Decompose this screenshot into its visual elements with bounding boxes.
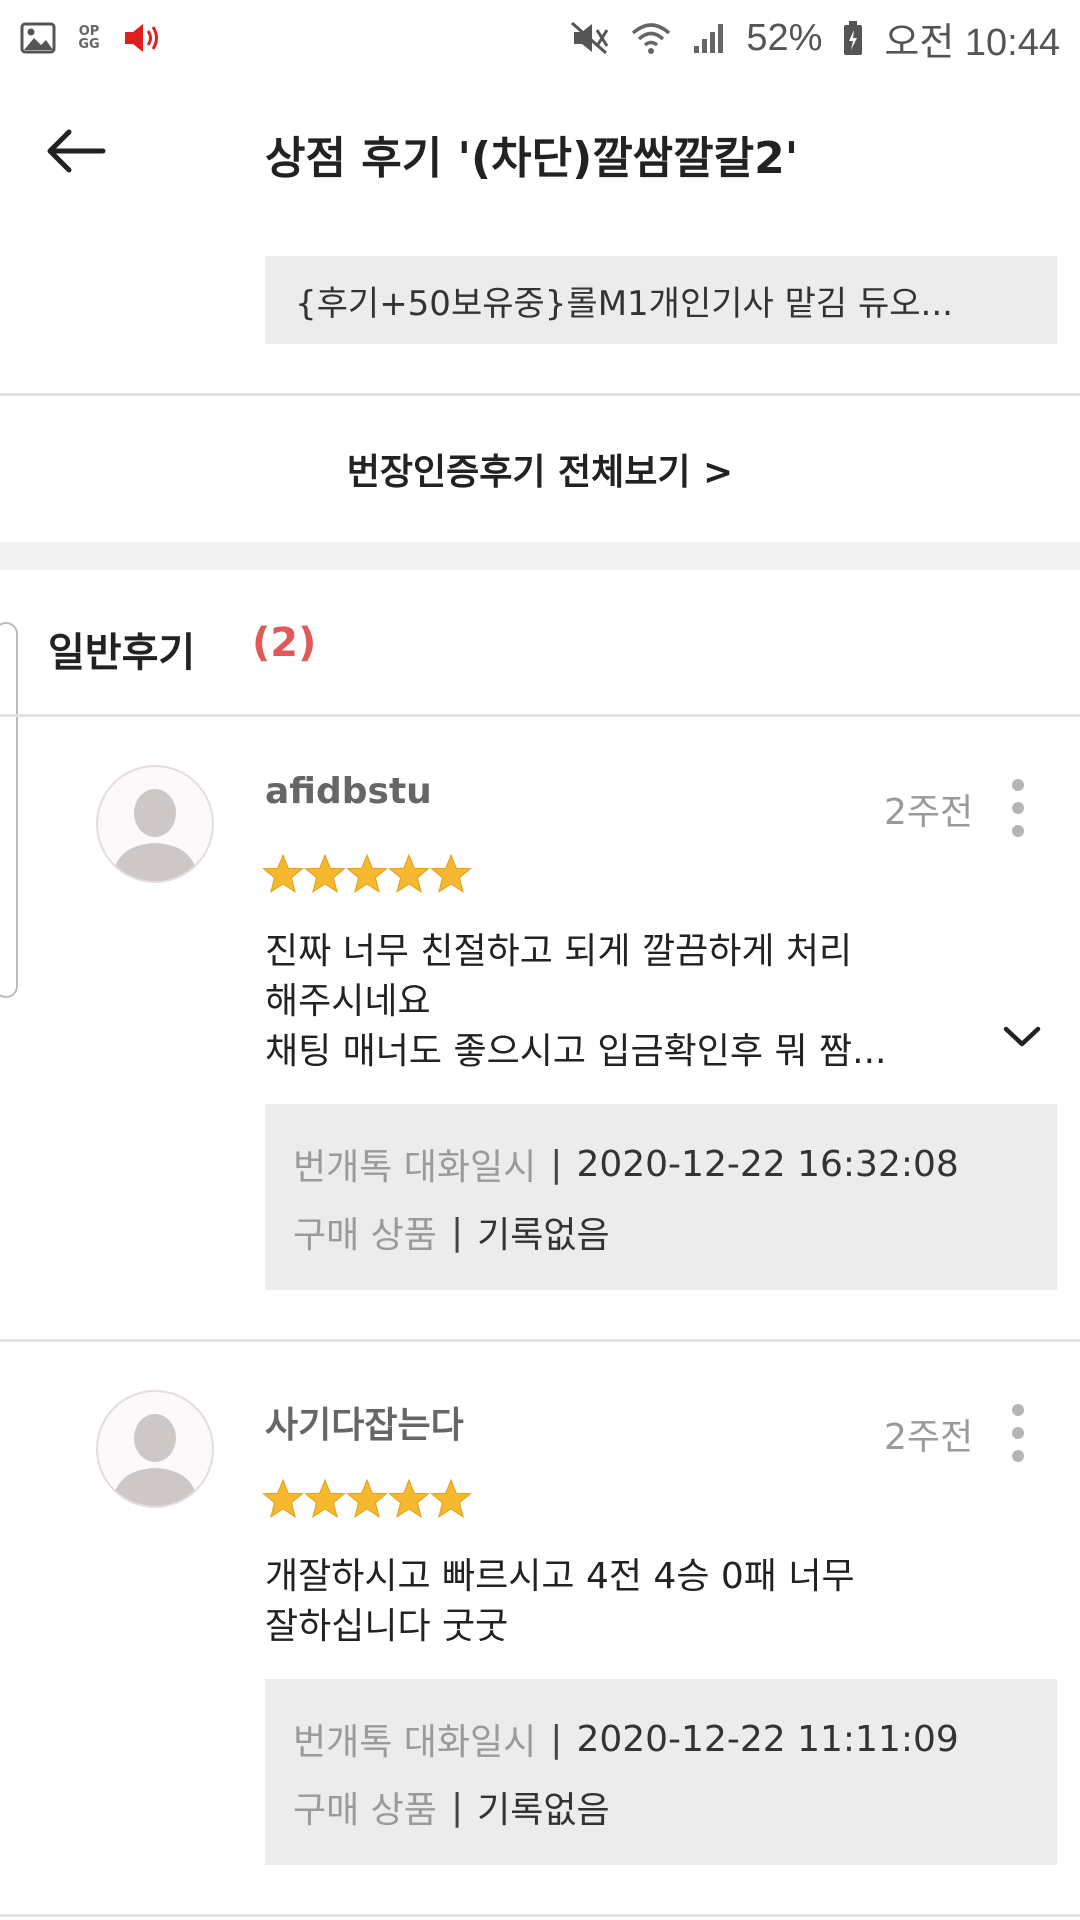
avatar[interactable]: [96, 1390, 214, 1508]
chat-date-row: 번개톡 대화일시 | 2020-12-22 16:32:08: [293, 1130, 1029, 1198]
more-dot-icon: [1012, 1427, 1024, 1439]
purchase-product-label: 구매 상품: [293, 1215, 437, 1256]
arrow-left-icon: [47, 129, 106, 173]
review-username[interactable]: 사기다잡는다: [265, 1396, 464, 1448]
more-options-button[interactable]: [996, 1398, 1040, 1468]
signal-icon: [694, 24, 724, 53]
product-chip[interactable]: {후기+50보유중}롤M1개인기사 맡김 듀오...: [265, 256, 1057, 344]
review-text-line: 채팅 매너도 좋으시고 입금확인후 뭐 짬...: [265, 1031, 887, 1072]
more-dot-icon: [1012, 1450, 1024, 1462]
review-username[interactable]: afidbstu: [265, 771, 432, 812]
review-meta-box: 번개톡 대화일시 | 2020-12-22 11:11:09 구매 상품 | 기…: [265, 1679, 1057, 1865]
star-rating: [262, 1478, 472, 1520]
review-text-line: 잘하십니다 굿굿: [265, 1606, 509, 1647]
volume-icon: [125, 24, 158, 52]
meta-separator: |: [550, 1143, 563, 1185]
user-avatar-icon: [112, 1414, 198, 1506]
purchase-product-row: 구매 상품 | 기록없음: [293, 1773, 1029, 1841]
purchase-product-row: 구매 상품 | 기록없음: [293, 1198, 1029, 1266]
review-text-line: 개잘하시고 빠르시고 4전 4승 0패 너무: [265, 1556, 855, 1597]
purchase-product-label: 구매 상품: [293, 1790, 437, 1831]
back-button[interactable]: [30, 116, 120, 186]
more-dot-icon: [1012, 1404, 1024, 1416]
star-icon: [262, 1478, 304, 1519]
opgg-icon: OP GG: [76, 25, 102, 51]
more-options-button[interactable]: [996, 773, 1040, 843]
star-rating: [262, 853, 472, 895]
chat-date-value: 2020-12-22 11:11:09: [576, 1718, 959, 1760]
chat-date-label: 번개톡 대화일시: [293, 1722, 537, 1763]
clock: 오전 10:44: [884, 21, 1060, 64]
wifi-icon: [632, 23, 671, 54]
review-meta-box: 번개톡 대화일시 | 2020-12-22 16:32:08 구매 상품 | 기…: [265, 1104, 1057, 1290]
general-reviews-count: (2): [252, 620, 317, 666]
review-item: 사기다잡는다 2주전 개잘하시고 빠르시고 4전 4승 0패 너무 잘하십니다 …: [0, 1342, 1080, 1920]
review-text: 진짜 너무 친절하고 되게 깔끔하게 처리 해주시네요 채팅 매너도 좋으시고 …: [265, 927, 965, 1077]
review-text-line: 진짜 너무 친절하고 되게 깔끔하게 처리: [265, 931, 853, 972]
status-bar-left: OP GG: [20, 21, 162, 55]
star-icon: [388, 1478, 430, 1519]
meta-separator: |: [450, 1211, 464, 1253]
review-item: afidbstu 2주전 진짜 너무 친절하고 되게 깔끔하게 처리 해주시네요…: [0, 717, 1080, 1339]
chat-date-label: 번개톡 대화일시: [293, 1147, 537, 1188]
star-icon: [262, 853, 304, 894]
chat-date-row: 번개톡 대화일시 | 2020-12-22 11:11:09: [293, 1705, 1029, 1773]
star-icon: [430, 853, 472, 894]
review-time: 2주전: [884, 1417, 974, 1458]
section-separator: [0, 542, 1080, 570]
star-icon: [304, 853, 346, 894]
chevron-down-icon: [1003, 1026, 1041, 1047]
mute-icon: [571, 21, 609, 55]
star-icon: [346, 1478, 388, 1519]
general-reviews-label: 일반후기: [48, 630, 196, 676]
meta-separator: |: [550, 1718, 563, 1760]
battery-percent: 52%: [746, 16, 823, 59]
status-bar-right: 52% 오전 10:44: [570, 11, 1060, 66]
star-icon: [346, 853, 388, 894]
battery-icon: [844, 21, 863, 55]
divider: [0, 1914, 1080, 1917]
divider: [0, 393, 1080, 396]
user-avatar-icon: [112, 789, 198, 881]
purchase-product-value: 기록없음: [477, 1215, 610, 1256]
purchase-product-value: 기록없음: [477, 1790, 610, 1831]
more-dot-icon: [1012, 802, 1024, 814]
general-reviews-header: 일반후기 (2): [0, 570, 1080, 714]
more-dot-icon: [1012, 825, 1024, 837]
review-text-line: 해주시네요: [265, 981, 431, 1022]
star-icon: [430, 1478, 472, 1519]
review-time: 2주전: [884, 792, 974, 833]
opgg-bottom: GG: [78, 37, 100, 52]
star-icon: [304, 1478, 346, 1519]
more-dot-icon: [1012, 779, 1024, 791]
app-bar: 상점 후기 '(차단)깔쌈깔칼2': [0, 76, 1080, 216]
page-title: 상점 후기 '(차단)깔쌈깔칼2': [265, 133, 799, 184]
chat-date-value: 2020-12-22 16:32:08: [576, 1143, 959, 1185]
verified-reviews-link[interactable]: 번장인증후기 전체보기 >: [0, 398, 1080, 540]
image-icon: [20, 22, 56, 54]
expand-review-button[interactable]: [1000, 1017, 1044, 1057]
avatar[interactable]: [96, 765, 214, 883]
review-text: 개잘하시고 빠르시고 4전 4승 0패 너무 잘하십니다 굿굿: [265, 1552, 965, 1652]
status-bar: OP GG 52% 오전 10:44: [0, 0, 1080, 76]
star-icon: [388, 853, 430, 894]
meta-separator: |: [450, 1786, 464, 1828]
